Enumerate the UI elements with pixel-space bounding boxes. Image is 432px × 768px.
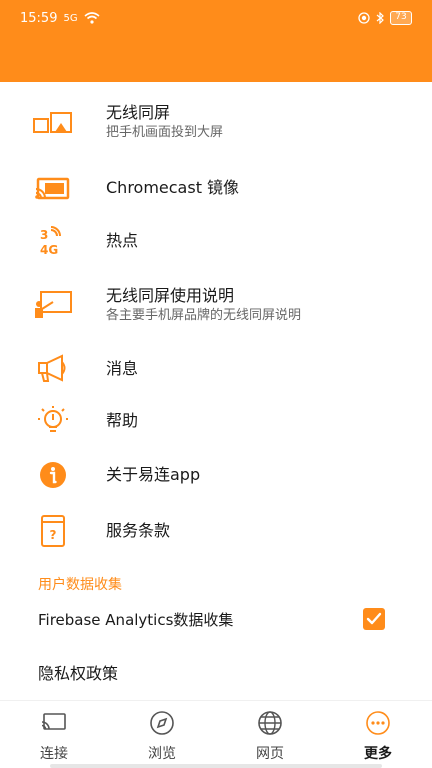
data-collection-header: 用户数据收集 (38, 577, 122, 593)
nav-tab-label: 网页 (256, 746, 284, 762)
info-icon (32, 458, 74, 492)
firebase-analytics-checkbox[interactable] (363, 608, 385, 630)
menu-item-hotspot[interactable]: 3 4G 热点 (0, 224, 432, 258)
menu-item-terms[interactable]: ? 服务条款 (0, 512, 432, 550)
nav-tab-more[interactable]: 更多 (324, 701, 432, 768)
svg-text:?: ? (50, 528, 57, 542)
menu-item-screen-instructions[interactable]: 无线同屏使用说明 各主要手机屏品牌的无线同屏说明 (0, 284, 432, 328)
menu-item-title: 服务条款 (106, 521, 171, 540)
menu-item-chromecast[interactable]: Chromecast 镜像 (0, 172, 432, 204)
menu-item-title: 无线同屏使用说明 (106, 286, 235, 305)
menu-item-subtitle: 各主要手机屏品牌的无线同屏说明 (106, 308, 302, 323)
menu-item-about[interactable]: 关于易连app (0, 458, 432, 492)
nav-tab-label: 连接 (40, 746, 68, 762)
firebase-analytics-row[interactable]: Firebase Analytics数据收集 (38, 606, 394, 632)
menu-item-messages[interactable]: 消息 (0, 352, 432, 386)
megaphone-icon (32, 352, 74, 386)
terms-document-icon: ? (32, 514, 74, 548)
bottom-navigation: 连接 浏览 网页 更多 (0, 700, 432, 768)
wifi-icon (84, 12, 100, 24)
home-indicator (50, 764, 382, 768)
svg-text:3: 3 (40, 228, 48, 242)
svg-text:4G: 4G (40, 243, 58, 256)
menu-item-wireless-screen[interactable]: 无线同屏 把手机画面投到大屏 (0, 100, 432, 144)
firebase-analytics-label: Firebase Analytics数据收集 (38, 611, 234, 629)
cast-icon (40, 709, 68, 737)
status-time: 15:59 (20, 10, 58, 26)
status-bar: 15:59 5G 73 (0, 0, 432, 36)
menu-item-help[interactable]: 帮助 (0, 404, 432, 438)
nav-tab-label: 浏览 (148, 746, 176, 762)
menu-item-subtitle: 把手机画面投到大屏 (106, 125, 224, 140)
signal-icon: 5G (63, 12, 78, 24)
bluetooth-icon (376, 12, 384, 24)
compass-icon (148, 709, 176, 737)
menu-item-title: Chromecast 镜像 (106, 178, 240, 197)
menu-item-title: 帮助 (106, 411, 139, 430)
menu-item-title: 热点 (106, 231, 139, 250)
privacy-policy-link[interactable]: 隐私权政策 (38, 660, 118, 684)
menu-item-title: 消息 (106, 359, 139, 378)
presentation-icon (32, 288, 74, 322)
battery-icon: 73 (390, 11, 412, 25)
menu-item-title: 无线同屏 (106, 103, 171, 122)
globe-icon (256, 709, 284, 737)
cast-screen-icon (32, 106, 74, 140)
menu-item-title: 关于易连app (106, 465, 201, 484)
nav-tab-label: 更多 (364, 746, 392, 762)
nav-tab-web[interactable]: 网页 (216, 701, 324, 768)
checkmark-icon (366, 612, 382, 625)
nav-tab-connect[interactable]: 连接 (0, 701, 108, 768)
hotspot-4g-icon: 3 4G (32, 224, 74, 258)
chromecast-icon (32, 172, 74, 206)
nav-tab-browse[interactable]: 浏览 (108, 701, 216, 768)
lightbulb-icon (32, 404, 74, 438)
record-icon (358, 12, 370, 24)
more-dots-icon (364, 709, 392, 737)
